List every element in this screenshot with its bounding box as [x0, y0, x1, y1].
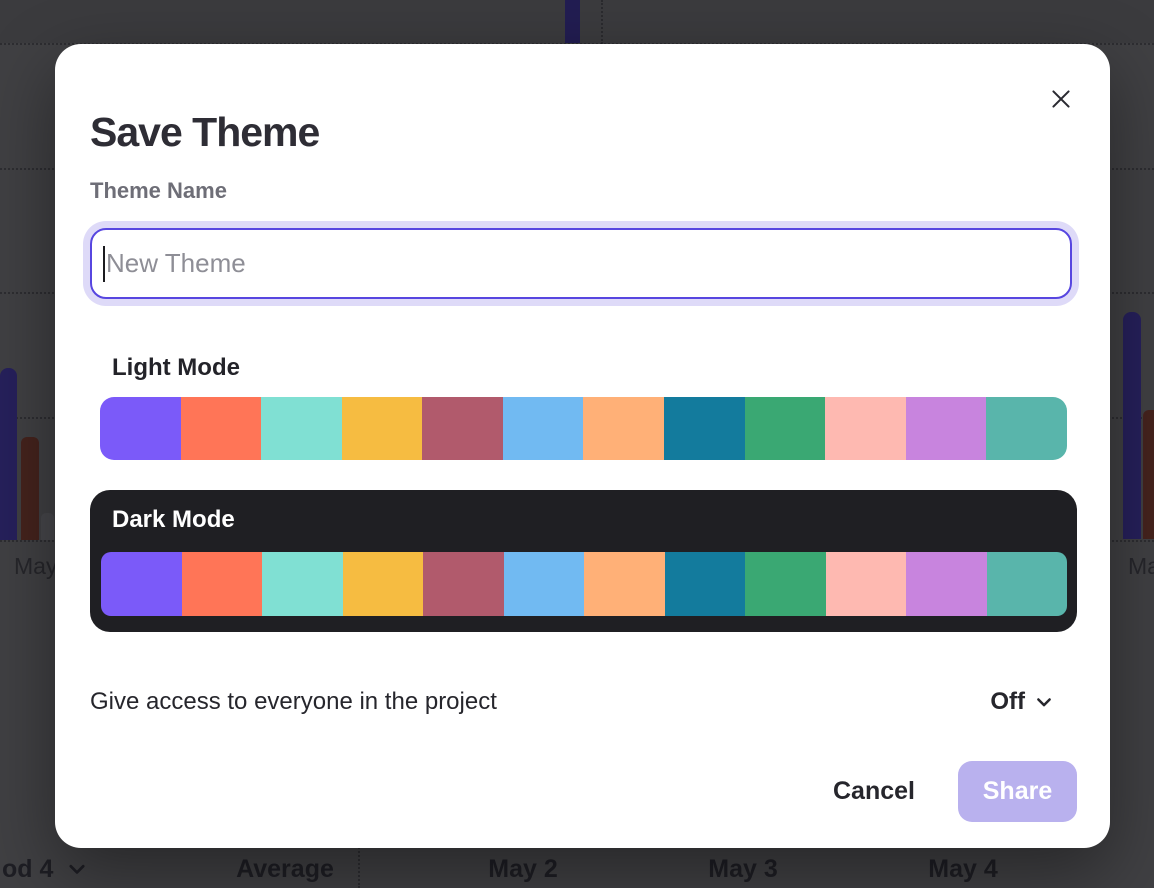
dark-mode-palette [101, 552, 1067, 616]
access-value: Off [990, 688, 1025, 716]
chart-bar [21, 437, 39, 540]
palette-swatch [745, 552, 826, 616]
text-caret [103, 246, 105, 282]
palette-swatch [504, 552, 585, 616]
palette-swatch [181, 397, 262, 460]
chart-bar [0, 368, 17, 540]
dark-mode-label: Dark Mode [112, 506, 235, 534]
screen: { "dialog": { "title": "Save Theme", "th… [0, 0, 1154, 888]
palette-swatch [182, 552, 263, 616]
palette-swatch [584, 552, 665, 616]
close-button[interactable] [1046, 84, 1076, 114]
palette-swatch [100, 397, 181, 460]
chart-bar [1123, 312, 1141, 539]
access-dropdown[interactable]: Off [990, 688, 1054, 716]
palette-swatch [101, 552, 182, 616]
theme-name-label: Theme Name [90, 178, 227, 204]
cancel-button[interactable]: Cancel [815, 761, 933, 822]
access-label: Give access to everyone in the project [90, 688, 497, 716]
dialog-title: Save Theme [90, 109, 319, 156]
palette-swatch [826, 552, 907, 616]
palette-swatch [825, 397, 906, 460]
palette-swatch [423, 552, 504, 616]
axis-label-may3: May 3 [708, 855, 777, 884]
palette-swatch [261, 397, 342, 460]
chevron-down-icon[interactable] [66, 858, 88, 880]
palette-swatch [664, 397, 745, 460]
save-theme-dialog: Save Theme Theme Name Light Mode Dark Mo… [55, 44, 1110, 848]
chart-category-label: May [14, 553, 57, 580]
access-row: Give access to everyone in the project O… [90, 680, 1054, 724]
light-mode-label: Light Mode [112, 354, 240, 382]
light-mode-palette [100, 397, 1067, 460]
chevron-down-icon [1034, 692, 1054, 712]
share-button[interactable]: Share [958, 761, 1077, 822]
dark-mode-card: Dark Mode [90, 490, 1077, 632]
axis-label-average: Average [236, 855, 334, 884]
chart-bar [565, 0, 580, 43]
axis-label-may2: May 2 [488, 855, 557, 884]
palette-swatch [745, 397, 826, 460]
palette-swatch [906, 552, 987, 616]
theme-name-input[interactable] [90, 228, 1072, 299]
chart-bar [1143, 410, 1154, 539]
chart-category-label: May [1128, 553, 1154, 580]
palette-swatch [262, 552, 343, 616]
palette-swatch [343, 552, 424, 616]
axis-label-may4: May 4 [928, 855, 997, 884]
palette-swatch [986, 397, 1067, 460]
palette-swatch [906, 397, 987, 460]
palette-swatch [342, 397, 423, 460]
chart-bar [41, 513, 54, 540]
close-icon [1048, 86, 1074, 112]
palette-swatch [503, 397, 584, 460]
palette-swatch [422, 397, 503, 460]
palette-swatch [987, 552, 1068, 616]
palette-swatch [665, 552, 746, 616]
palette-swatch [583, 397, 664, 460]
period-dropdown-label[interactable]: od 4 [2, 855, 53, 884]
